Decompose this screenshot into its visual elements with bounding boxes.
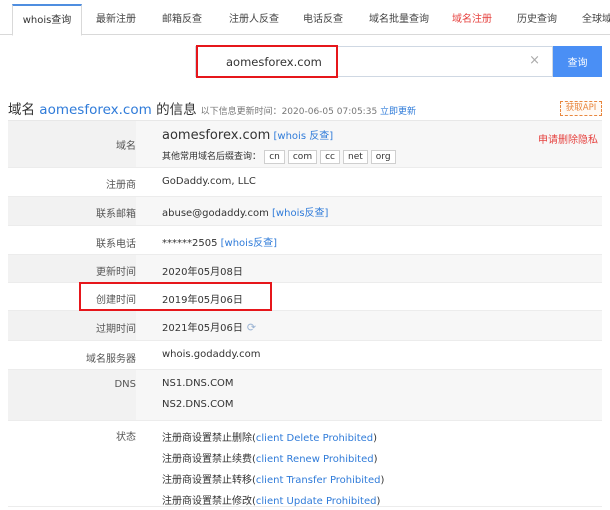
status-item: 注册商设置禁止删除(client Delete Prohibited) xyxy=(162,429,377,444)
status-item: 注册商设置禁止修改(client Update Prohibited) xyxy=(162,492,380,507)
update-now-link[interactable]: 立即更新 xyxy=(380,107,416,117)
get-api-button[interactable]: 获取API xyxy=(560,101,602,116)
registrar-value: GoDaddy.com, LLC xyxy=(162,176,256,187)
phone-whois-link[interactable]: [whois反查] xyxy=(221,238,277,249)
row-label-cell: 联系邮箱 xyxy=(8,197,136,225)
dns-value-1: NS1.DNS.COM xyxy=(162,378,234,389)
email-value: abuse@godaddy.com xyxy=(162,208,269,219)
row-label-cell: 域名服务器 xyxy=(8,341,136,369)
table-row-updated: 更新时间 2020年05月08日 xyxy=(8,255,602,283)
row-label: 状态 xyxy=(116,432,136,443)
suffix-label: 其他常用域名后缀查询： xyxy=(162,152,262,162)
tab-phone-reverse[interactable]: 电话反查 xyxy=(303,8,343,36)
search-box: × xyxy=(195,46,553,77)
status-suffix: ) xyxy=(376,496,381,507)
domain-value: aomesforex.com xyxy=(162,128,271,143)
suffix-chip-net[interactable]: net xyxy=(343,150,368,164)
title-prefix: 域名 xyxy=(8,102,40,118)
row-label-cell: 更新时间 xyxy=(8,255,136,282)
suffix-chip-org[interactable]: org xyxy=(370,150,396,164)
nameserver-value: whois.godaddy.com xyxy=(162,349,261,360)
status-prefix: 注册商设置禁止修改( xyxy=(162,496,256,507)
update-info: 以下信息更新时间：2020-06-05 07:05:35 立即更新 xyxy=(201,107,416,117)
search-bar: × 查询 xyxy=(195,46,602,77)
status-code-link[interactable]: client Update Prohibited xyxy=(256,496,377,507)
row-label-cell: 域名 xyxy=(8,121,136,167)
status-item: 注册商设置禁止续费(client Renew Prohibited) xyxy=(162,450,377,465)
email-value-line: abuse@godaddy.com [whois反查] xyxy=(162,204,328,219)
row-label-cell: 状态 xyxy=(8,421,136,506)
row-label: 域名 xyxy=(116,141,136,152)
status-code-link[interactable]: client Delete Prohibited xyxy=(256,433,373,444)
phone-value: ******2505 xyxy=(162,238,218,249)
table-row-dns: DNS NS1.DNS.COM NS2.DNS.COM xyxy=(8,370,602,421)
page-title: 域名 aomesforex.com 的信息 xyxy=(8,102,197,118)
status-code-link[interactable]: client Transfer Prohibited xyxy=(256,475,381,486)
table-row-registrar: 注册商 GoDaddy.com, LLC xyxy=(8,168,602,197)
expires-value: 2021年05月06日 xyxy=(162,323,243,334)
row-label: DNS xyxy=(114,379,136,390)
row-label-cell: 过期时间 xyxy=(8,311,136,340)
row-label-cell: 创建时间 xyxy=(8,283,136,310)
phone-value-line: ******2505 [whois反查] xyxy=(162,234,277,249)
search-button[interactable]: 查询 xyxy=(553,46,602,77)
row-label: 过期时间 xyxy=(96,324,136,335)
row-label-cell: DNS xyxy=(8,370,136,420)
title-domain: aomesforex.com xyxy=(39,102,152,118)
status-prefix: 注册商设置禁止删除( xyxy=(162,433,256,444)
domain-whois-link[interactable]: [whois 反查] xyxy=(274,131,334,142)
dns-value-2: NS2.DNS.COM xyxy=(162,399,234,410)
row-label: 联系邮箱 xyxy=(96,209,136,220)
expires-value-line: 2021年05月06日 ⟳ xyxy=(162,319,256,334)
table-row-phone: 联系电话 ******2505 [whois反查] xyxy=(8,226,602,255)
table-row-created: 创建时间 2019年05月06日 xyxy=(8,283,602,311)
row-label: 域名服务器 xyxy=(86,354,136,365)
update-time-text: 以下信息更新时间：2020-06-05 07:05:35 xyxy=(200,107,378,117)
tab-whois[interactable]: whois查询 xyxy=(12,4,82,36)
row-label: 更新时间 xyxy=(96,267,136,278)
search-input[interactable] xyxy=(226,53,486,71)
tab-latest-registrations[interactable]: 最新注册 xyxy=(96,8,136,36)
clear-icon[interactable]: × xyxy=(529,53,540,68)
row-label-cell: 联系电话 xyxy=(8,226,136,254)
updated-value: 2020年05月08日 xyxy=(162,267,243,278)
status-code-link[interactable]: client Renew Prohibited xyxy=(256,454,374,465)
refresh-icon[interactable]: ⟳ xyxy=(247,321,256,334)
suffix-line: 其他常用域名后缀查询： cn com cc net org xyxy=(162,149,399,164)
tab-history[interactable]: 历史查询 xyxy=(517,8,557,36)
info-heading: 域名 aomesforex.com 的信息 以下信息更新时间：2020-06-05… xyxy=(8,98,416,118)
row-label: 联系电话 xyxy=(96,239,136,250)
tab-domain-register[interactable]: 域名注册 xyxy=(452,8,492,36)
table-row-status: 状态 注册商设置禁止删除(client Delete Prohibited) 注… xyxy=(8,421,602,507)
suffix-chip-cn[interactable]: cn xyxy=(264,150,285,164)
suffix-chip-cc[interactable]: cc xyxy=(320,150,340,164)
tab-bulk-query[interactable]: 域名批量查询 xyxy=(369,8,429,36)
tab-registrant-reverse[interactable]: 注册人反查 xyxy=(229,8,279,36)
privacy-removal-link[interactable]: 申请删除隐私 xyxy=(538,131,598,146)
row-label: 注册商 xyxy=(106,180,136,191)
table-row-nameserver: 域名服务器 whois.godaddy.com xyxy=(8,341,602,370)
status-suffix: ) xyxy=(373,433,378,444)
title-suffix: 的信息 xyxy=(151,102,197,118)
whois-table: 域名 aomesforex.com [whois 反查] 其他常用域名后缀查询：… xyxy=(8,120,602,507)
table-row-expires: 过期时间 2021年05月06日 ⟳ xyxy=(8,311,602,341)
suffix-chip-com[interactable]: com xyxy=(287,150,318,164)
created-value: 2019年05月06日 xyxy=(162,295,243,306)
domain-value-line: aomesforex.com [whois 反查] xyxy=(162,127,333,143)
tab-bar: whois查询 最新注册 邮箱反查 注册人反查 电话反查 域名批量查询 域名注册… xyxy=(0,0,610,36)
table-row-domain: 域名 aomesforex.com [whois 反查] 其他常用域名后缀查询：… xyxy=(8,121,602,168)
status-suffix: ) xyxy=(380,475,385,486)
tab-global-domain[interactable]: 全球域 xyxy=(582,8,610,36)
table-row-email: 联系邮箱 abuse@godaddy.com [whois反查] xyxy=(8,197,602,226)
row-label-cell: 注册商 xyxy=(8,168,136,196)
tab-email-reverse[interactable]: 邮箱反查 xyxy=(162,8,202,36)
status-suffix: ) xyxy=(373,454,378,465)
email-whois-link[interactable]: [whois反查] xyxy=(272,208,328,219)
status-prefix: 注册商设置禁止转移( xyxy=(162,475,256,486)
status-item: 注册商设置禁止转移(client Transfer Prohibited) xyxy=(162,471,384,486)
row-label: 创建时间 xyxy=(96,295,136,306)
status-prefix: 注册商设置禁止续费( xyxy=(162,454,256,465)
